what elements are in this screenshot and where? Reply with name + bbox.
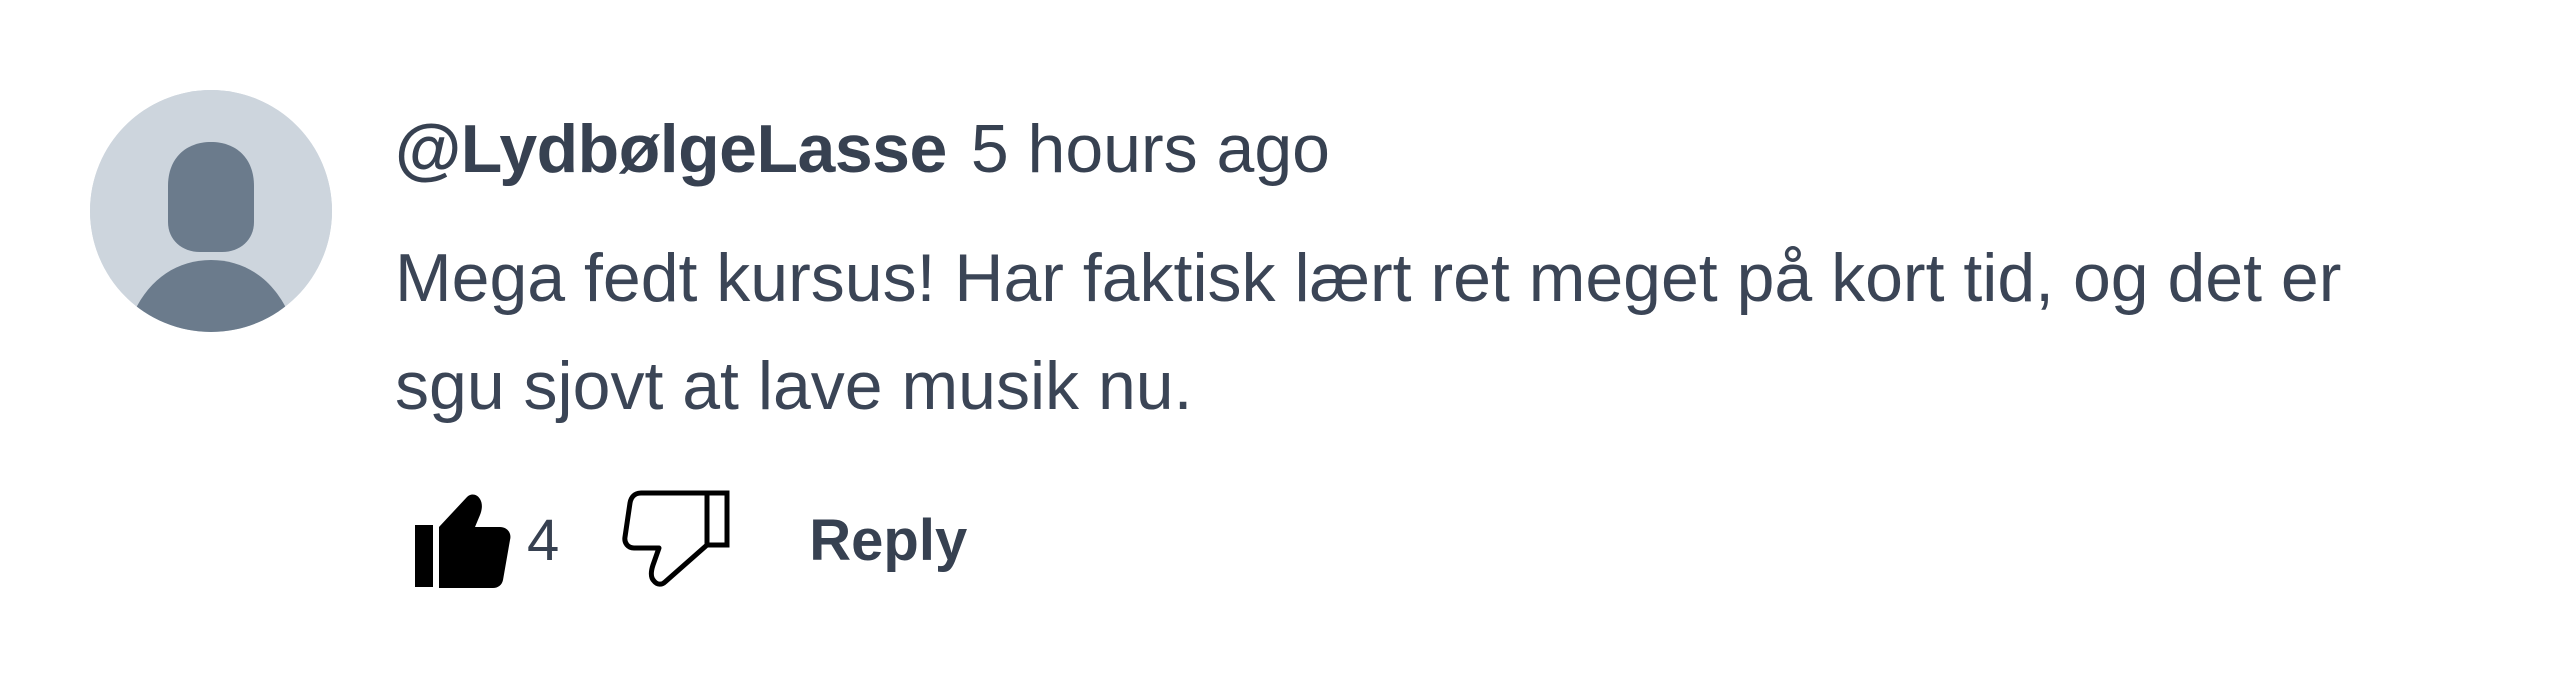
reply-button[interactable]: Reply — [809, 507, 967, 574]
comment-author[interactable]: @LydbølgeLasse — [395, 110, 947, 188]
comment-content: @LydbølgeLasse 5 hours ago Mega fedt kur… — [395, 110, 2455, 440]
like-button[interactable] — [395, 485, 515, 595]
default-user-avatar-icon — [90, 90, 332, 332]
thumbs-up-filled-icon — [415, 494, 511, 588]
comment-item: @LydbølgeLasse 5 hours ago Mega fedt kur… — [0, 0, 2568, 696]
dislike-button[interactable] — [619, 485, 739, 595]
comment-timestamp: 5 hours ago — [970, 111, 1330, 187]
like-count: 4 — [527, 507, 560, 573]
comment-text: Mega fedt kursus! Har faktisk lært ret m… — [395, 240, 2342, 424]
avatar[interactable] — [90, 90, 332, 332]
comment-header: @LydbølgeLasse 5 hours ago — [395, 110, 2455, 202]
thumbs-down-outline-icon — [622, 490, 730, 587]
comment-actions: 4 Reply — [395, 485, 967, 595]
